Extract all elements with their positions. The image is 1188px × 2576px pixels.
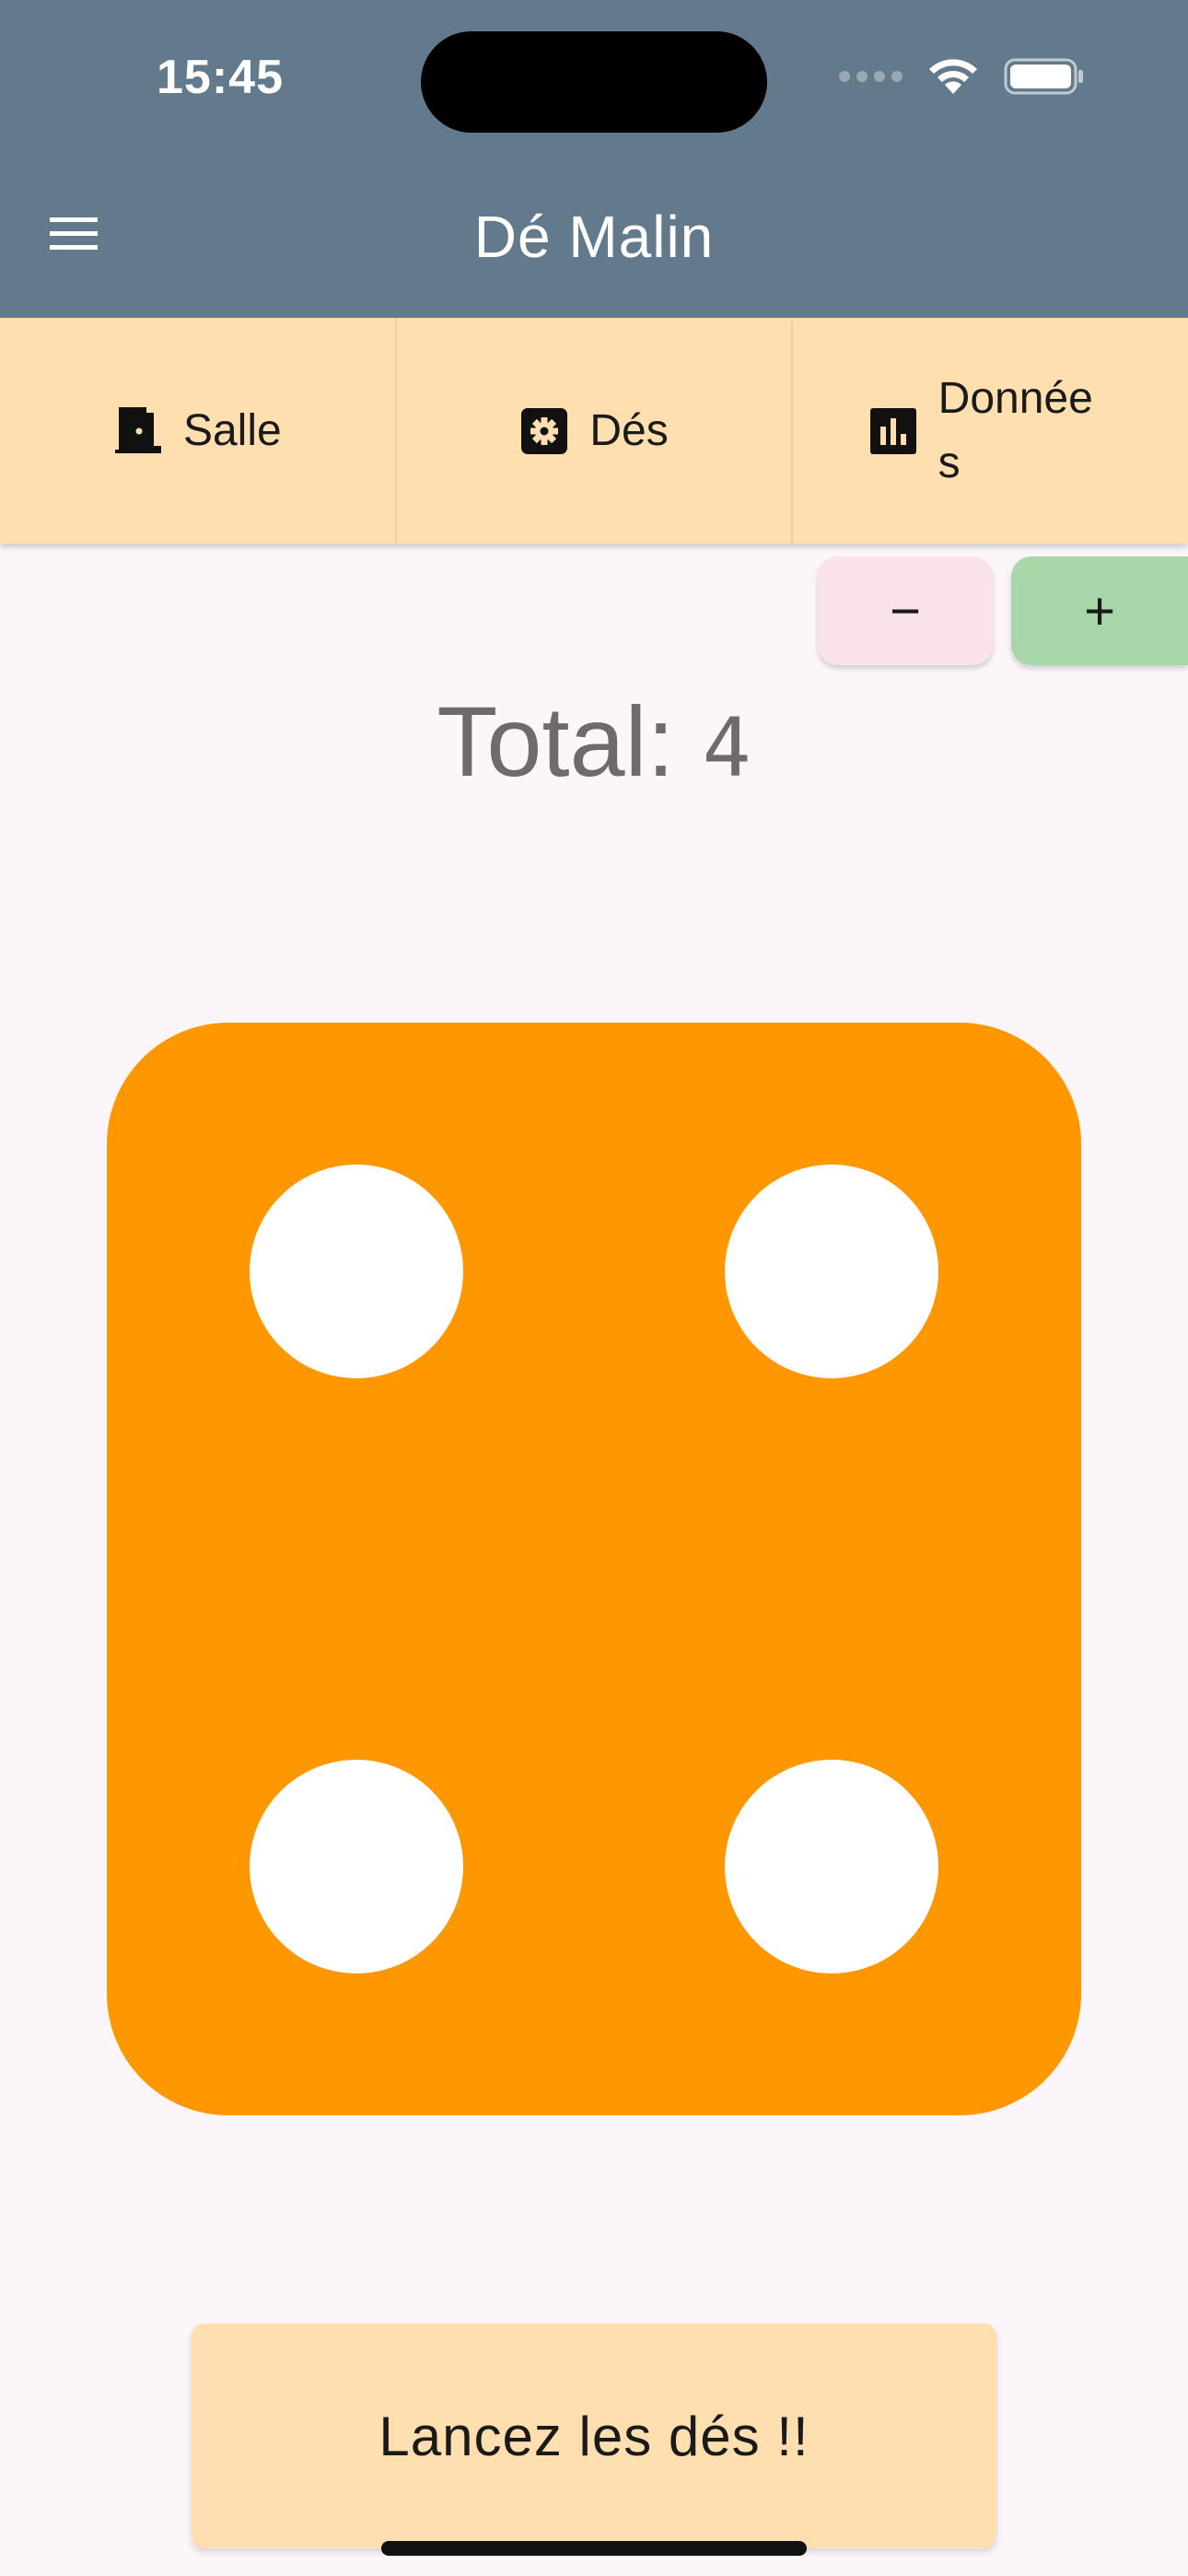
total-display: Total: 4: [0, 684, 1188, 799]
increase-dice-button[interactable]: +: [1011, 556, 1188, 665]
tab-label-salle: Salle: [182, 406, 282, 455]
tab-label-donnees: Données: [938, 373, 1093, 487]
tab-des[interactable]: Dés: [397, 318, 794, 544]
tab-bar: Salle Dés Données: [0, 318, 1188, 544]
status-icons: [839, 57, 1085, 96]
roll-dice-button[interactable]: Lancez les dés !!: [192, 2324, 996, 2548]
die[interactable]: [107, 1023, 1081, 2115]
total-label: Total:: [437, 685, 675, 797]
battery-icon: [1004, 58, 1083, 95]
die-pip: [725, 1165, 938, 1378]
tab-salle[interactable]: Salle: [0, 318, 397, 544]
door-icon: [114, 406, 161, 453]
bar-chart-icon: [869, 407, 916, 454]
app-title: Dé Malin: [473, 204, 715, 270]
die-pip: [725, 1760, 938, 1973]
die-pip: [250, 1760, 463, 1973]
dynamic-island: [421, 31, 767, 133]
die-pip: [250, 1165, 463, 1378]
dice-icon: [521, 407, 568, 454]
decrease-dice-button[interactable]: −: [818, 556, 993, 665]
tab-label-des: Dés: [589, 406, 669, 455]
status-time: 15:45: [157, 51, 284, 104]
app-bar: 15:45 Dé Malin: [0, 0, 1188, 318]
home-indicator: [381, 2541, 807, 2556]
total-value: 4: [702, 700, 751, 795]
wifi-icon: [929, 59, 977, 94]
cellular-signal-icon: [839, 71, 903, 82]
tab-donnees[interactable]: Données: [793, 318, 1188, 544]
